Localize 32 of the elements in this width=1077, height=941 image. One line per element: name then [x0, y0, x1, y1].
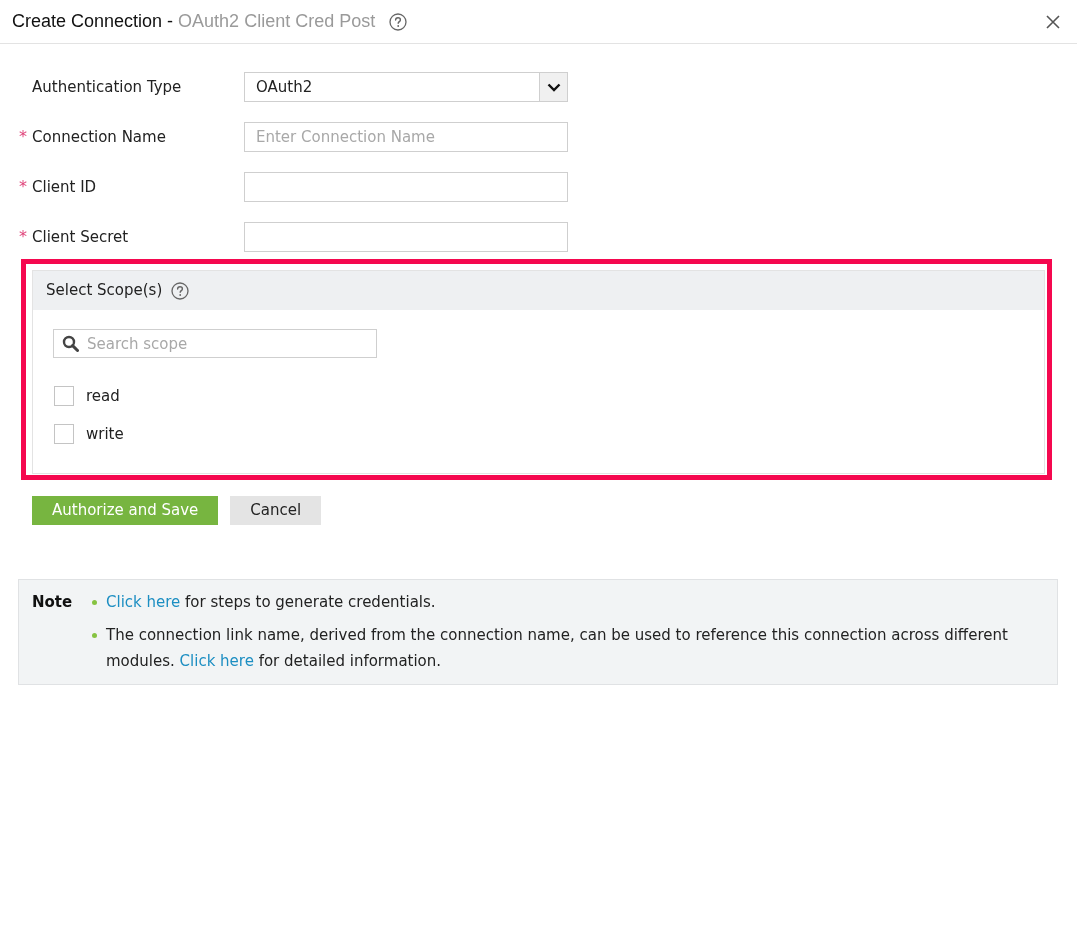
bullet-icon	[92, 632, 97, 638]
authentication-type-select[interactable]: OAuth2	[244, 72, 568, 102]
close-icon	[1046, 14, 1060, 29]
cancel-button[interactable]: Cancel	[230, 496, 322, 525]
checkbox-label[interactable]: read	[86, 385, 120, 408]
checkbox[interactable]	[54, 423, 74, 444]
text-input-field[interactable]: Enter Connection Name	[244, 122, 568, 152]
required-marker: *	[19, 229, 27, 245]
text-input-field[interactable]	[244, 172, 568, 202]
help-icon[interactable]	[389, 12, 408, 31]
chevron-down-icon	[546, 82, 561, 92]
note-text: Click here for steps to generate credentials.	[106, 593, 436, 611]
field-label: Authentication Type	[32, 76, 183, 98]
search-scope-field[interactable]: Search scope	[53, 329, 377, 358]
field-label: Connection Name	[32, 126, 167, 148]
help-icon[interactable]	[171, 281, 190, 300]
field-label: Client ID	[32, 176, 98, 198]
text-input-field[interactable]	[244, 222, 568, 252]
required-marker: *	[19, 129, 27, 145]
scope-panel-title: Select Scope(s)	[46, 280, 163, 302]
field-label: Client Secret	[32, 226, 130, 248]
dialog-title: Create Connection -	[12, 10, 174, 33]
note-text: The connection link name, derived from the connection name, can be used to reference this connection across different modules. Click here for detailed information.	[106, 626, 1008, 670]
search-icon	[62, 335, 79, 352]
checkbox[interactable]	[54, 386, 74, 407]
close-button[interactable]	[1044, 12, 1062, 31]
dropdown-toggle[interactable]	[539, 73, 567, 101]
bullet-icon	[92, 599, 97, 605]
note-label: Note	[32, 592, 74, 613]
required-marker: *	[19, 179, 27, 195]
checkbox-label[interactable]: write	[86, 422, 124, 445]
dialog-subtitle: OAuth2 Client Cred Post	[178, 10, 376, 33]
